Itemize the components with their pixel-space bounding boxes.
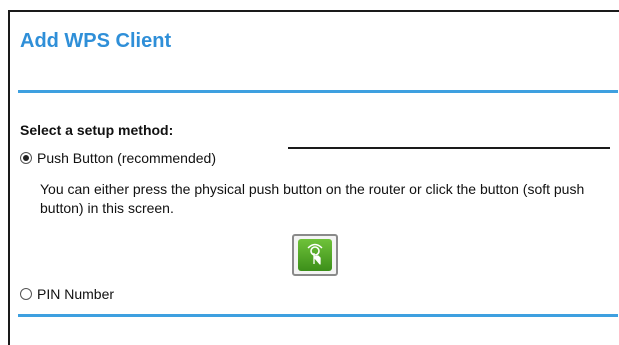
wps-push-hand-icon xyxy=(298,239,332,271)
push-button-option[interactable]: Push Button (recommended) xyxy=(20,150,216,166)
soft-push-button[interactable] xyxy=(292,234,338,276)
push-button-radio[interactable] xyxy=(20,152,32,164)
wps-panel: Add WPS Client Select a setup method: Pu… xyxy=(8,10,619,345)
setup-method-label: Select a setup method: xyxy=(20,122,174,138)
page-title: Add WPS Client xyxy=(20,30,172,52)
pin-number-radio[interactable] xyxy=(20,288,32,300)
bottom-divider xyxy=(18,314,618,317)
push-button-option-label: Push Button (recommended) xyxy=(37,150,216,166)
callout-line xyxy=(288,147,610,149)
pin-number-option-label: PIN Number xyxy=(37,286,115,302)
push-button-description: You can either press the physical push b… xyxy=(40,181,585,216)
top-divider xyxy=(18,90,618,93)
pin-number-option[interactable]: PIN Number xyxy=(20,286,114,302)
radio-selected-dot xyxy=(23,155,29,161)
